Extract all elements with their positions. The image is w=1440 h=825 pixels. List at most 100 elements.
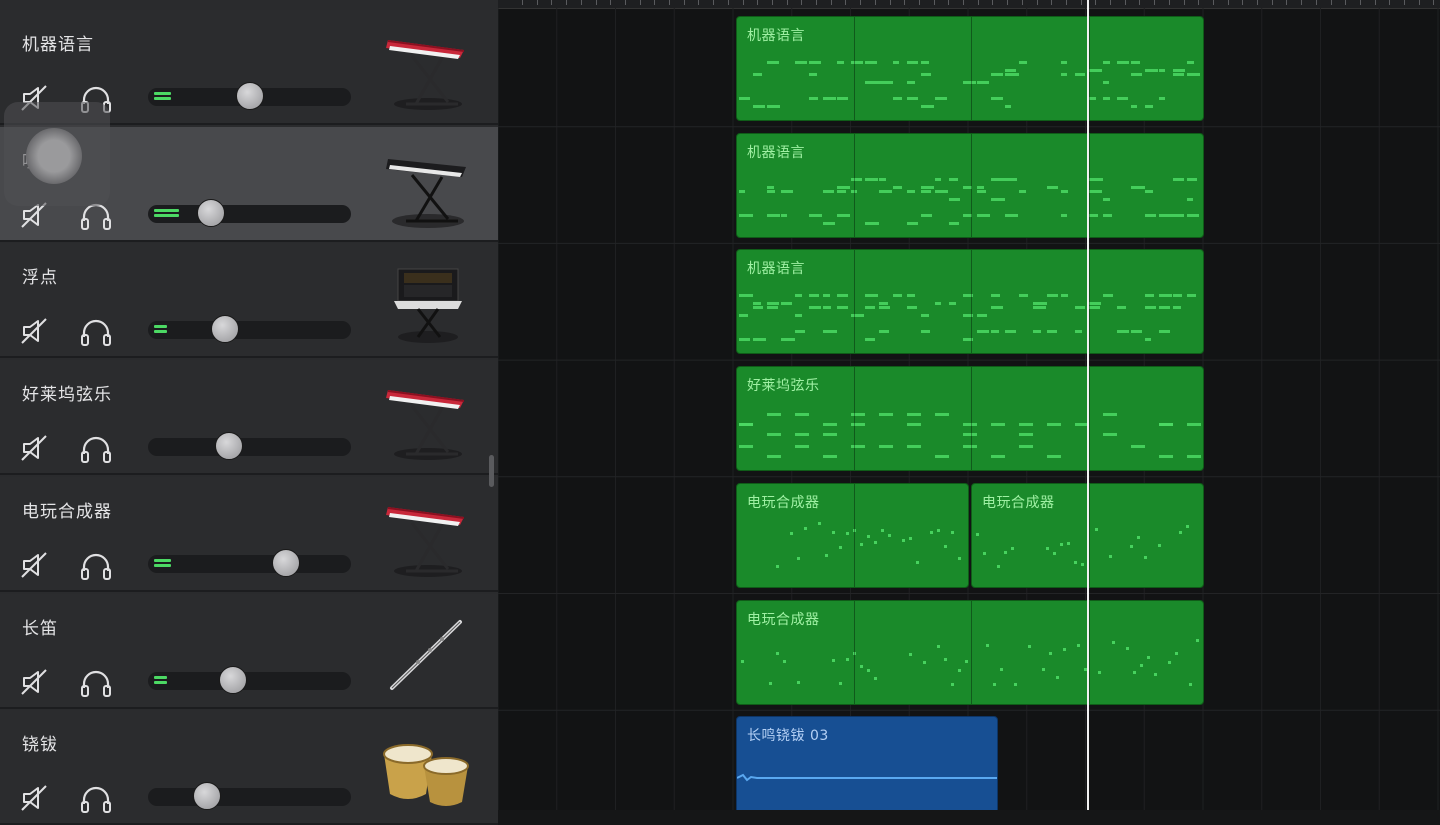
midi-note xyxy=(1004,550,1007,554)
mute-button[interactable] xyxy=(20,668,50,696)
volume-slider[interactable] xyxy=(148,315,351,344)
playhead[interactable] xyxy=(1086,0,1089,810)
midi-note xyxy=(907,294,915,298)
speaker-muted-icon xyxy=(21,318,47,345)
midi-note xyxy=(991,294,1000,298)
volume-slider[interactable] xyxy=(148,548,351,577)
midi-note xyxy=(1145,213,1156,217)
red-keyboard-icon[interactable] xyxy=(378,32,474,112)
midi-region[interactable]: 机器语言 xyxy=(736,249,1204,355)
midi-note xyxy=(991,455,1005,459)
midi-note xyxy=(879,330,889,334)
midi-note xyxy=(865,338,875,342)
midi-note xyxy=(1019,423,1033,427)
volume-knob[interactable] xyxy=(196,198,225,227)
midi-note xyxy=(1130,544,1133,548)
level-meter xyxy=(154,558,171,569)
midi-note xyxy=(993,682,996,686)
volume-slider[interactable] xyxy=(148,432,351,461)
midi-note xyxy=(921,105,934,108)
volume-knob[interactable] xyxy=(235,82,264,110)
midi-note xyxy=(837,213,850,217)
level-meter xyxy=(154,92,171,102)
midi-note xyxy=(1077,643,1080,647)
midi-note xyxy=(837,294,848,298)
audio-region[interactable]: 长鸣铙钹 03 xyxy=(736,716,999,810)
region-divider xyxy=(853,17,855,120)
volume-slider[interactable] xyxy=(148,82,351,110)
midi-region[interactable]: 好莱坞弦乐 xyxy=(736,366,1204,472)
volume-knob[interactable] xyxy=(215,432,244,461)
midi-note xyxy=(1103,433,1117,437)
midi-note xyxy=(823,455,837,459)
midi-note xyxy=(1061,61,1067,64)
volume-knob[interactable] xyxy=(211,315,240,344)
midi-note xyxy=(1103,294,1113,298)
midi-note xyxy=(1063,647,1066,651)
midi-note xyxy=(1060,542,1063,546)
midi-region[interactable]: 机器语言 xyxy=(736,132,1204,238)
volume-knob[interactable] xyxy=(219,665,248,694)
waveform-line xyxy=(737,773,998,782)
midi-region[interactable]: 机器语言 xyxy=(736,16,1204,121)
bongo-drums-icon[interactable] xyxy=(378,732,474,812)
midi-note xyxy=(879,306,890,310)
panel-resize-handle[interactable] xyxy=(489,455,494,487)
midi-note xyxy=(865,221,879,225)
midi-region[interactable]: 电玩合成器 xyxy=(736,482,969,588)
mute-button[interactable] xyxy=(20,434,50,462)
midi-note xyxy=(907,221,918,225)
black-keyboard-icon[interactable] xyxy=(378,149,474,229)
mute-button[interactable] xyxy=(20,784,50,812)
audio-waveform xyxy=(737,773,998,782)
midi-note xyxy=(977,81,989,84)
midi-region[interactable]: 电玩合成器 xyxy=(736,599,1204,705)
red-keyboard-icon[interactable] xyxy=(378,382,474,462)
midi-note xyxy=(1131,185,1145,189)
solo-button[interactable] xyxy=(80,668,112,698)
midi-note xyxy=(865,294,878,298)
flute-icon[interactable] xyxy=(378,616,474,696)
track-header[interactable]: 浮点 xyxy=(0,243,498,359)
red-keyboard-icon[interactable] xyxy=(378,499,474,579)
solo-button[interactable] xyxy=(80,551,112,581)
midi-note xyxy=(767,455,781,459)
region-divider xyxy=(1088,600,1090,704)
solo-button[interactable] xyxy=(80,317,112,347)
region-divider xyxy=(1088,483,1090,587)
midi-note xyxy=(977,314,987,318)
midi-note xyxy=(907,445,921,449)
region-divider xyxy=(971,17,972,120)
track-header[interactable]: 铙钹 xyxy=(0,710,498,825)
volume-slider[interactable] xyxy=(148,782,351,811)
midi-note xyxy=(1173,69,1185,72)
volume-slider[interactable] xyxy=(148,198,351,227)
volume-knob[interactable] xyxy=(272,548,301,577)
track-header[interactable]: 长笛 xyxy=(0,593,498,709)
midi-note xyxy=(937,528,940,532)
midi-note xyxy=(1159,306,1170,310)
midi-note xyxy=(879,413,893,417)
midi-note xyxy=(809,294,819,298)
arrangement-area[interactable]: 机器语言 机器语言 机器语言 好莱坞弦乐 电玩合成器 电玩合成器 电玩合成器 长鸣铙钹 03 xyxy=(498,0,1440,810)
midi-note xyxy=(1005,105,1011,108)
modular-synth-icon[interactable] xyxy=(378,265,474,345)
mute-button[interactable] xyxy=(20,551,50,579)
midi-note xyxy=(879,302,888,306)
midi-note xyxy=(1131,330,1142,334)
midi-note xyxy=(1126,646,1129,650)
midi-note xyxy=(1005,213,1018,217)
volume-slider[interactable] xyxy=(148,665,351,694)
track-header[interactable]: 好莱坞弦乐 xyxy=(0,360,498,476)
midi-note xyxy=(809,213,822,217)
midi-note xyxy=(893,294,902,298)
volume-knob[interactable] xyxy=(192,782,221,811)
track-header[interactable]: 电玩合成器 xyxy=(0,476,498,592)
midi-note xyxy=(1005,69,1016,72)
midi-note xyxy=(923,660,926,664)
track-name: 好莱坞弦乐 xyxy=(22,385,112,406)
midi-note xyxy=(1173,73,1184,76)
mute-button[interactable] xyxy=(20,317,50,345)
solo-button[interactable] xyxy=(80,434,112,464)
midi-note xyxy=(907,61,918,64)
